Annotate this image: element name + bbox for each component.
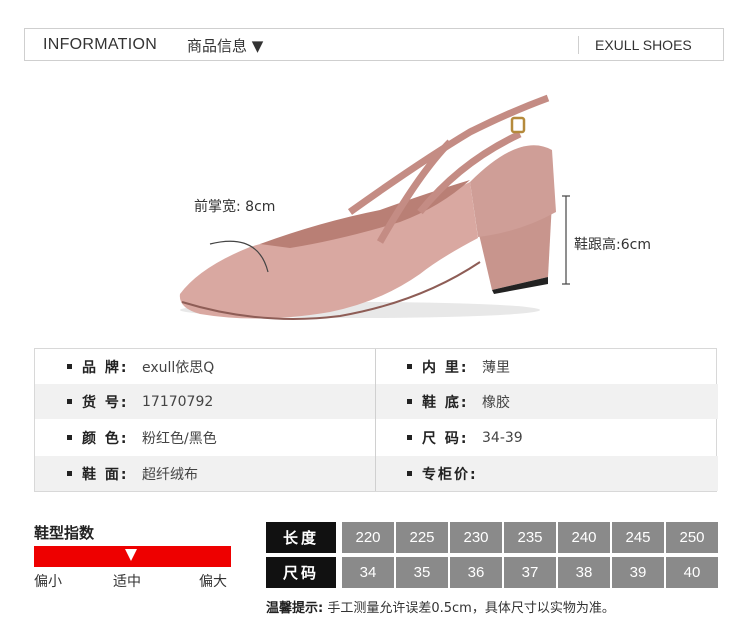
spec-key: 专柜价: [422, 466, 478, 483]
spec-cell: 鞋 面: 超纤绒布 [67, 456, 198, 491]
bullet-icon [67, 471, 72, 476]
spec-value: 橡胶 [482, 394, 510, 411]
spec-key: 鞋 面: [82, 466, 129, 483]
fit-index-title: 鞋型指数 [34, 524, 95, 542]
spec-divider [375, 349, 376, 491]
header-divider [578, 36, 579, 54]
header-title-en: INFORMATION [43, 36, 158, 53]
bullet-icon [407, 471, 412, 476]
size-cell: 36 [450, 557, 502, 588]
length-header: 长度 [266, 522, 336, 553]
spec-key: 颜 色: [82, 430, 129, 447]
size-cell: 34 [342, 557, 394, 588]
spec-key: 品 牌: [82, 359, 129, 376]
bullet-icon [67, 399, 72, 404]
spec-value: 超纤绒布 [142, 466, 198, 483]
product-image: 前掌宽: 8cm 鞋跟高:6cm [0, 62, 750, 342]
fit-high-label: 偏大 [199, 574, 227, 590]
spec-cell: 货 号: 17170792 [67, 384, 213, 419]
forefoot-width-label: 前掌宽: 8cm [194, 199, 276, 215]
length-cell: 235 [504, 522, 556, 553]
spec-key: 尺 码: [422, 430, 469, 447]
header-brand: EXULL SHOES [595, 37, 692, 53]
length-cell: 230 [450, 522, 502, 553]
spec-row: 颜 色: 粉红色/黑色 尺 码: 34-39 [35, 420, 718, 455]
shoe-illustration [179, 94, 570, 320]
bullet-icon [67, 435, 72, 440]
spec-cell: 品 牌: exull依思Q [67, 349, 214, 384]
heel-height-label: 鞋跟高:6cm [574, 237, 651, 253]
spec-value: 粉红色/黑色 [142, 430, 217, 447]
spec-cell: 专柜价: [407, 456, 482, 491]
tip-text: 手工测量允许误差0.5cm，具体尺寸以实物为准。 [327, 601, 615, 616]
size-tip: 温馨提示: 手工测量允许误差0.5cm，具体尺寸以实物为准。 [266, 597, 615, 616]
spec-value: exull依思Q [142, 359, 215, 376]
spec-cell: 颜 色: 粉红色/黑色 [67, 420, 217, 455]
spec-row: 鞋 面: 超纤绒布 专柜价: [35, 456, 718, 491]
bullet-icon [407, 364, 412, 369]
spec-cell: 内 里: 薄里 [407, 349, 510, 384]
spec-cell: 鞋 底: 橡胶 [407, 384, 510, 419]
spec-key: 鞋 底: [422, 394, 469, 411]
bullet-icon [67, 364, 72, 369]
size-header: 尺码 [266, 557, 336, 588]
spec-value: 17170792 [142, 393, 214, 410]
size-cell: 40 [666, 557, 718, 588]
size-cell: 35 [396, 557, 448, 588]
spec-value: 34-39 [482, 429, 523, 446]
length-cell: 220 [342, 522, 394, 553]
info-header: INFORMATION 商品信息 ▼ EXULL SHOES [24, 28, 724, 61]
spec-key: 货 号: [82, 394, 129, 411]
bullet-icon [407, 399, 412, 404]
spec-row: 品 牌: exull依思Q 内 里: 薄里 [35, 349, 718, 384]
fit-marker-icon [125, 549, 137, 561]
length-cell: 225 [396, 522, 448, 553]
spec-table: 品 牌: exull依思Q 内 里: 薄里 货 号: 17170792 鞋 底: 橡胶 … [34, 348, 718, 492]
length-cell: 250 [666, 522, 718, 553]
fit-low-label: 偏小 [34, 574, 62, 590]
spec-cell: 尺 码: 34-39 [407, 420, 523, 455]
size-cell: 37 [504, 557, 556, 588]
fit-mid-label: 适中 [113, 574, 141, 590]
size-cell: 38 [558, 557, 610, 588]
buckle-icon [510, 116, 526, 134]
length-cell: 240 [558, 522, 610, 553]
tip-label: 温馨提示: [266, 601, 324, 616]
size-cell: 39 [612, 557, 664, 588]
bullet-icon [407, 435, 412, 440]
spec-row: 货 号: 17170792 鞋 底: 橡胶 [35, 384, 718, 419]
length-cell: 245 [612, 522, 664, 553]
spec-key: 内 里: [422, 359, 469, 376]
header-title-cn[interactable]: 商品信息 ▼ [187, 35, 263, 56]
spec-value: 薄里 [482, 359, 510, 376]
